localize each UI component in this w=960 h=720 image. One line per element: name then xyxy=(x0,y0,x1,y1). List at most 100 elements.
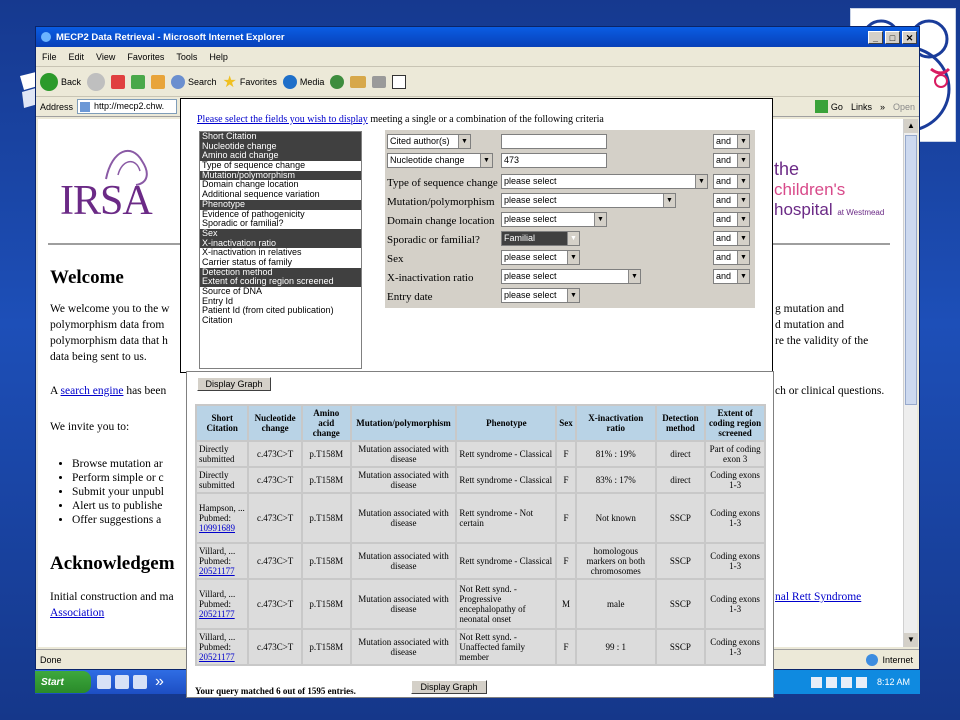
minimize-button[interactable]: _ xyxy=(868,30,883,44)
close-button[interactable]: ✕ xyxy=(902,30,917,44)
entry-date-select[interactable]: please select ▼ xyxy=(501,288,580,303)
menu-view[interactable]: View xyxy=(96,52,115,62)
and-select-2[interactable]: and ▼ xyxy=(713,153,750,168)
field-option[interactable]: Source of DNA xyxy=(200,287,361,297)
ack-link-2[interactable]: Association xyxy=(50,607,104,619)
cell-mut: Mutation associated with disease xyxy=(351,494,456,542)
vertical-scrollbar[interactable]: ▲ ▼ xyxy=(903,119,918,647)
menu-tools[interactable]: Tools xyxy=(176,52,197,62)
select-fields-link[interactable]: Please select the fields you wish to dis… xyxy=(197,114,368,125)
field-option[interactable]: Evidence of pathogenicity xyxy=(200,210,361,220)
field-option[interactable]: Extent of coding region screened xyxy=(200,277,361,287)
type-select[interactable]: please select ▼ xyxy=(501,174,708,189)
scroll-down-icon[interactable]: ▼ xyxy=(904,633,918,647)
links-button[interactable]: Links xyxy=(851,102,872,112)
address-input[interactable]: http://mecp2.chw. xyxy=(77,99,178,114)
field-option[interactable]: Patient Id (from cited publication) xyxy=(200,306,361,316)
field-option[interactable]: Nucleotide change xyxy=(200,141,361,152)
and-select-3[interactable]: and ▼ xyxy=(713,174,750,189)
irsa-logo: IRSA xyxy=(58,139,158,229)
field-option[interactable]: Carrier status of family xyxy=(200,258,361,268)
list-item: Submit your unpubl xyxy=(72,485,164,499)
history-button[interactable] xyxy=(330,74,345,89)
ack-link[interactable]: nal Rett Syndrome xyxy=(775,591,861,603)
open-button[interactable]: Open xyxy=(893,102,915,112)
start-button[interactable]: Start xyxy=(35,671,91,693)
pubmed-link[interactable]: 20521177 xyxy=(199,609,235,619)
list-item: Perform simple or c xyxy=(72,471,164,485)
column-header: X-inactivation ratio xyxy=(576,406,655,440)
print-button[interactable] xyxy=(372,75,387,88)
criteria-value-input-2[interactable]: 473 xyxy=(501,153,607,168)
field-option[interactable]: Detection method xyxy=(200,267,361,278)
menu-edit[interactable]: Edit xyxy=(69,52,85,62)
mail-button[interactable] xyxy=(350,75,367,88)
and-select-5[interactable]: and ▼ xyxy=(713,212,750,227)
criteria-field-select-1[interactable]: Cited author(s) ▼ xyxy=(387,134,471,149)
xinact-select[interactable]: please select ▼ xyxy=(501,269,641,284)
edit-button[interactable] xyxy=(392,74,407,89)
home-button[interactable] xyxy=(151,74,166,89)
ie-launch-icon[interactable] xyxy=(97,675,111,689)
cell-det: direct xyxy=(656,442,705,466)
scroll-thumb[interactable] xyxy=(905,135,917,405)
maximize-button[interactable]: □ xyxy=(885,30,900,44)
and-select-7[interactable]: and ▼ xyxy=(713,250,750,265)
favorites-button[interactable]: ★ Favorites xyxy=(223,72,277,92)
scroll-up-icon[interactable]: ▲ xyxy=(904,119,918,133)
outlook-launch-icon[interactable] xyxy=(115,675,129,689)
pubmed-link[interactable]: 20521177 xyxy=(199,566,235,576)
field-option[interactable]: Sex xyxy=(200,228,361,239)
mutation-select[interactable]: please select ▼ xyxy=(501,193,676,208)
and-select-4[interactable]: and ▼ xyxy=(713,193,750,208)
field-option[interactable]: X-inactivation in relatives xyxy=(200,248,361,258)
tray-icon[interactable] xyxy=(855,676,867,688)
stop-button[interactable] xyxy=(111,74,126,89)
desktop-launch-icon[interactable] xyxy=(133,675,147,689)
cell-mut: Mutation associated with disease xyxy=(351,544,456,578)
field-option[interactable]: Sporadic or familial? xyxy=(200,219,361,229)
search-button[interactable]: Search xyxy=(171,74,217,89)
search-engine-link[interactable]: search engine xyxy=(61,385,124,397)
tray-icon[interactable] xyxy=(840,676,852,688)
display-graph-button-top[interactable]: Display Graph xyxy=(197,377,271,391)
domain-select[interactable]: please select ▼ xyxy=(501,212,607,227)
display-graph-button-bottom[interactable]: Display Graph xyxy=(411,680,487,694)
match-count: Your query matched 6 out of 1595 entries… xyxy=(195,686,356,696)
field-option[interactable]: Amino acid change xyxy=(200,151,361,162)
menu-favorites[interactable]: Favorites xyxy=(127,52,164,62)
field-option[interactable]: Domain change location xyxy=(200,180,361,190)
field-option[interactable]: Citation xyxy=(200,316,361,326)
tray-icon[interactable] xyxy=(810,676,822,688)
field-option[interactable]: Type of sequence change xyxy=(200,161,361,171)
field-option[interactable]: Entry Id xyxy=(200,297,361,307)
pubmed-link[interactable]: 20521177 xyxy=(199,652,235,662)
forward-button[interactable] xyxy=(87,72,106,91)
and-select-8[interactable]: and ▼ xyxy=(713,269,750,284)
criteria-field-select-2[interactable]: Nucleotide change ▼ xyxy=(387,153,493,168)
field-option[interactable]: Mutation/polymorphism xyxy=(200,170,361,181)
go-button[interactable]: Go xyxy=(814,100,843,113)
and-select-1[interactable]: and ▼ xyxy=(713,134,750,149)
menu-help[interactable]: Help xyxy=(209,52,228,62)
criteria-value-input-1[interactable] xyxy=(501,134,607,149)
display-fields-list[interactable]: Short Citation Nucleotide change Amino aci… xyxy=(199,131,362,369)
cell-aa: p.T158M xyxy=(302,468,350,492)
taskbar-chevron[interactable]: » xyxy=(155,673,164,691)
menu-file[interactable]: File xyxy=(42,52,57,62)
pubmed-link[interactable]: 10991689 xyxy=(199,523,235,533)
sex-select[interactable]: please select ▼ xyxy=(501,250,580,265)
sporadic-select[interactable]: Familial ▼ xyxy=(501,231,580,246)
media-button[interactable]: Media xyxy=(282,74,324,89)
field-option[interactable]: Short Citation xyxy=(200,132,361,142)
type-label: Type of sequence change xyxy=(387,177,498,189)
results-table: Short Citation Nucleotide change Amino aci… xyxy=(195,404,766,666)
and-select-6[interactable]: and ▼ xyxy=(713,231,750,246)
field-option[interactable]: Phenotype xyxy=(200,199,361,210)
cell-ext: Coding exons 1-3 xyxy=(706,580,764,628)
refresh-button[interactable] xyxy=(131,74,146,89)
back-button[interactable]: Back xyxy=(40,72,81,91)
tray-icon[interactable] xyxy=(825,676,837,688)
field-option[interactable]: Additional sequence variation xyxy=(200,190,361,200)
field-option[interactable]: X-inactivation ratio xyxy=(200,238,361,249)
